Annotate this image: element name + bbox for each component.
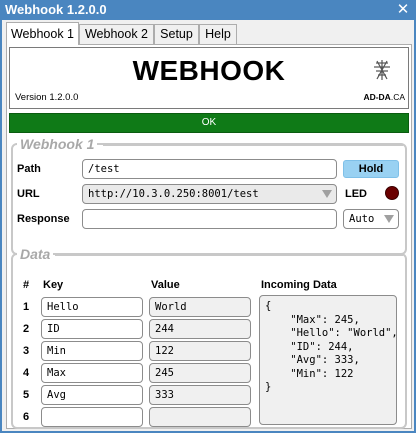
incoming-data-textarea[interactable]: { "Max": 245, "Hello": "World", "ID": 24…: [259, 295, 397, 425]
data-group: Data # Key Value Incoming Data 1 Hello W…: [11, 246, 407, 429]
value-field: 244: [149, 319, 251, 339]
led-indicator: [385, 186, 399, 200]
row-number: 5: [23, 389, 30, 401]
col-header-num: #: [23, 279, 30, 291]
path-label: Path: [17, 163, 41, 175]
value-field: World: [149, 297, 251, 317]
response-input[interactable]: [82, 209, 337, 229]
value-field: 122: [149, 341, 251, 361]
key-input[interactable]: Max: [41, 363, 143, 383]
tab-setup[interactable]: Setup: [154, 24, 199, 44]
title-bar: Webhook 1.2.0.0 ✕: [0, 0, 416, 20]
url-select[interactable]: http://10.3.0.250:8001/test: [82, 184, 337, 204]
page-title: WEBHOOK: [132, 55, 286, 86]
response-label: Response: [17, 213, 70, 225]
key-input[interactable]: ID: [41, 319, 143, 339]
col-header-value: Value: [151, 279, 180, 291]
key-input[interactable]: Avg: [41, 385, 143, 405]
window-title: Webhook 1.2.0.0: [5, 2, 107, 17]
row-number: 2: [23, 323, 30, 335]
row-number: 4: [23, 367, 30, 379]
close-icon[interactable]: ✕: [394, 1, 412, 19]
tab-webhook-1[interactable]: Webhook 1: [6, 22, 79, 45]
value-field: [149, 407, 251, 427]
logo-text: AD-DA.CA: [363, 92, 405, 102]
col-header-key: Key: [43, 279, 64, 291]
header-panel: WEBHOOK Version 1.2.0.0 AD-DA.CA: [9, 47, 409, 109]
key-input[interactable]: [41, 407, 143, 427]
url-select-value: http://10.3.0.250:8001/test: [88, 188, 259, 200]
value-field: 333: [149, 385, 251, 405]
row-number: 3: [23, 345, 30, 357]
key-input[interactable]: Hello: [41, 297, 143, 317]
app-window: Webhook 1.2.0.0 ✕ Webhook 1 Webhook 2 Se…: [0, 0, 416, 433]
data-group-legend: Data: [17, 246, 54, 262]
col-header-incoming: Incoming Data: [261, 279, 337, 291]
chevron-down-icon: [384, 215, 394, 223]
hold-button[interactable]: Hold: [343, 160, 399, 178]
path-input[interactable]: /test: [82, 159, 337, 179]
tab-page-webhook-1: WEBHOOK Version 1.2.0.0 AD-DA.CA OK Webh…: [6, 44, 412, 429]
tab-help[interactable]: Help: [199, 24, 237, 44]
value-field: 245: [149, 363, 251, 383]
group-divider: [103, 144, 403, 146]
response-mode-select[interactable]: Auto: [343, 209, 399, 229]
key-input[interactable]: Min: [41, 341, 143, 361]
group-divider: [55, 254, 403, 256]
ok-button[interactable]: OK: [9, 113, 409, 133]
client-area: Webhook 1 Webhook 2 Setup Help WEBHOOK V…: [2, 20, 414, 431]
response-mode-value: Auto: [349, 213, 375, 225]
row-number: 6: [23, 411, 30, 423]
row-number: 1: [23, 301, 30, 313]
version-label: Version 1.2.0.0: [15, 92, 79, 103]
led-label: LED: [345, 188, 367, 200]
chevron-down-icon: [322, 190, 332, 198]
webhook-group-legend: Webhook 1: [17, 136, 98, 152]
tab-webhook-2[interactable]: Webhook 2: [79, 24, 154, 44]
webhook-group: Webhook 1 Path /test Hold URL http://10.…: [11, 136, 407, 255]
url-label: URL: [17, 188, 40, 200]
